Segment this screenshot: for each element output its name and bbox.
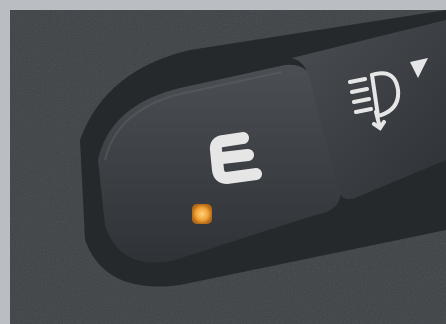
photo-frame [0, 0, 446, 324]
car-dashboard-photo [10, 10, 446, 324]
indicator-led [192, 204, 212, 224]
dashboard-illustration [10, 10, 446, 324]
